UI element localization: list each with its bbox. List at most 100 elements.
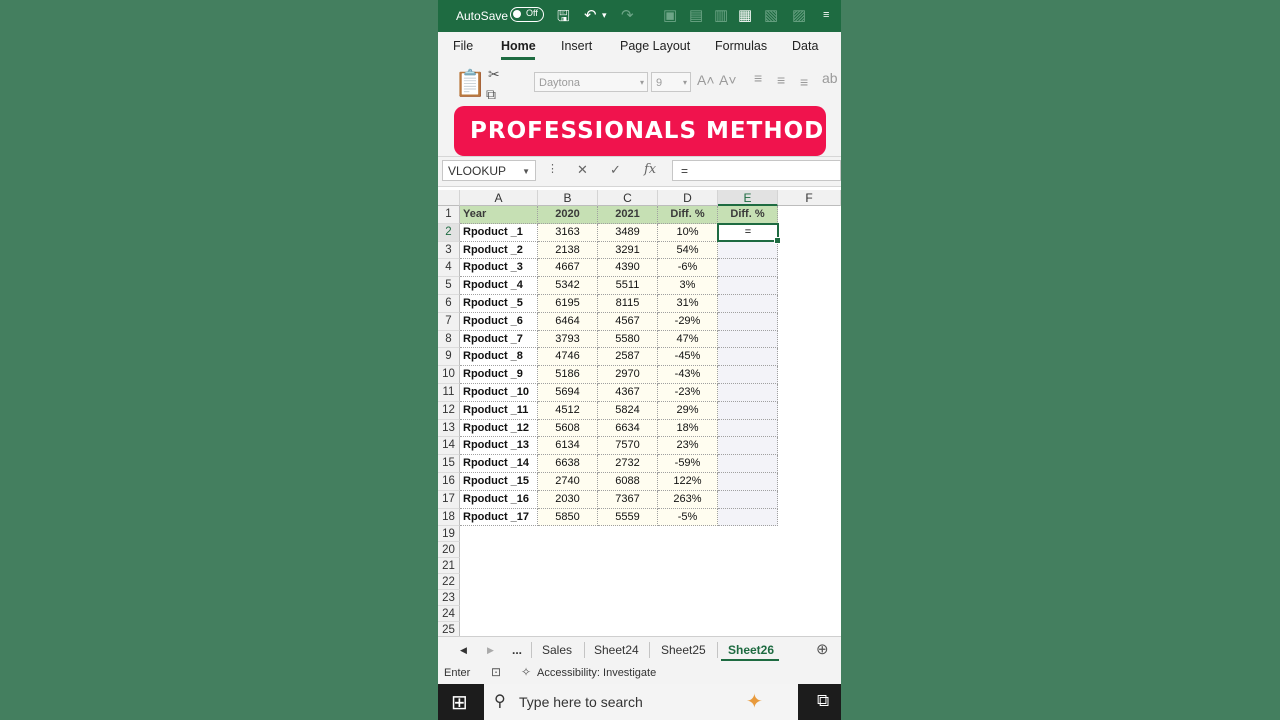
- cancel-icon[interactable]: ✕: [577, 162, 588, 178]
- name-box-dropdown-icon[interactable]: ▼: [522, 161, 530, 182]
- empty-diff-cell[interactable]: [718, 419, 778, 438]
- value-cell[interactable]: 31%: [658, 295, 718, 313]
- search-highlight-icon[interactable]: ✦: [746, 689, 763, 714]
- align-bottom-icon[interactable]: ≡: [800, 74, 808, 90]
- product-name-cell[interactable]: Rpoduct _10: [460, 384, 538, 402]
- accessibility-status[interactable]: Accessibility: Investigate: [537, 667, 656, 679]
- row-header[interactable]: 25: [438, 622, 460, 636]
- copy-icon[interactable]: ⧉: [486, 86, 496, 103]
- value-cell[interactable]: 4667: [538, 259, 598, 278]
- value-cell[interactable]: 10%: [658, 223, 718, 242]
- font-size-box[interactable]: 9 ▾: [651, 72, 691, 92]
- scroll-left-icon[interactable]: ◀: [460, 645, 467, 656]
- empty-diff-cell[interactable]: [718, 455, 778, 473]
- accessibility-icon[interactable]: ✧: [521, 665, 531, 679]
- empty-diff-cell[interactable]: [718, 366, 778, 384]
- add-sheet-icon[interactable]: ⊕: [816, 640, 829, 658]
- value-cell[interactable]: 23%: [658, 437, 718, 456]
- value-cell[interactable]: -59%: [658, 455, 718, 473]
- table-header-cell[interactable]: Diff. %: [658, 206, 718, 224]
- product-name-cell[interactable]: Rpoduct _17: [460, 508, 538, 527]
- scroll-right-icon[interactable]: ▶: [487, 645, 494, 656]
- save-icon[interactable]: 🖫: [557, 6, 570, 31]
- value-cell[interactable]: 3163: [538, 223, 598, 242]
- value-cell[interactable]: 4512: [538, 401, 598, 420]
- row-header[interactable]: 11: [438, 384, 460, 402]
- row-header[interactable]: 23: [438, 590, 460, 607]
- product-name-cell[interactable]: Rpoduct _2: [460, 241, 538, 260]
- row-header[interactable]: 15: [438, 455, 460, 473]
- empty-diff-cell[interactable]: [718, 241, 778, 260]
- column-header-f[interactable]: F: [778, 190, 841, 206]
- row-header[interactable]: 2: [438, 223, 460, 242]
- value-cell[interactable]: 6195: [538, 295, 598, 313]
- empty-diff-cell[interactable]: [718, 259, 778, 278]
- product-name-cell[interactable]: Rpoduct _15: [460, 473, 538, 491]
- empty-diff-cell[interactable]: [718, 437, 778, 456]
- empty-diff-cell[interactable]: [718, 490, 778, 509]
- value-cell[interactable]: 47%: [658, 330, 718, 349]
- value-cell[interactable]: 2587: [598, 348, 658, 367]
- taskbar-search[interactable]: ⚲ Type here to search ✦: [484, 684, 798, 720]
- product-name-cell[interactable]: Rpoduct _9: [460, 366, 538, 384]
- product-name-cell[interactable]: Rpoduct _4: [460, 277, 538, 295]
- value-cell[interactable]: 6134: [538, 437, 598, 456]
- row-header[interactable]: 18: [438, 508, 460, 527]
- row-header[interactable]: 22: [438, 574, 460, 591]
- decrease-font-icon[interactable]: A˅: [719, 72, 737, 88]
- value-cell[interactable]: 18%: [658, 419, 718, 438]
- value-cell[interactable]: -23%: [658, 384, 718, 402]
- product-name-cell[interactable]: Rpoduct _16: [460, 490, 538, 509]
- value-cell[interactable]: 4746: [538, 348, 598, 367]
- value-cell[interactable]: 5511: [598, 277, 658, 295]
- value-cell[interactable]: -29%: [658, 312, 718, 331]
- align-top-icon[interactable]: ≡: [754, 70, 762, 86]
- tab-insert[interactable]: Insert: [561, 39, 592, 53]
- product-name-cell[interactable]: Rpoduct _12: [460, 419, 538, 438]
- value-cell[interactable]: 6088: [598, 473, 658, 491]
- cut-icon[interactable]: ✂: [488, 66, 500, 83]
- row-header[interactable]: 6: [438, 295, 460, 313]
- value-cell[interactable]: 29%: [658, 401, 718, 420]
- row-header[interactable]: 13: [438, 419, 460, 438]
- row-header[interactable]: 17: [438, 490, 460, 509]
- sheet-tab-sheet25[interactable]: Sheet25: [661, 643, 706, 657]
- row-header[interactable]: 8: [438, 330, 460, 349]
- value-cell[interactable]: 4390: [598, 259, 658, 278]
- font-name-box[interactable]: Daytona ▾: [534, 72, 648, 92]
- table-header-cell[interactable]: Diff. %: [718, 206, 778, 224]
- row-header[interactable]: 7: [438, 312, 460, 331]
- insert-function-icon[interactable]: fx: [644, 162, 656, 177]
- value-cell[interactable]: 7367: [598, 490, 658, 509]
- task-view-icon[interactable]: ⧉: [817, 691, 829, 711]
- value-cell[interactable]: 5608: [538, 419, 598, 438]
- value-cell[interactable]: -43%: [658, 366, 718, 384]
- row-header[interactable]: 4: [438, 259, 460, 278]
- value-cell[interactable]: 3793: [538, 330, 598, 349]
- product-name-cell[interactable]: Rpoduct _11: [460, 401, 538, 420]
- increase-font-icon[interactable]: A˄: [697, 72, 715, 88]
- tab-home[interactable]: Home: [501, 39, 536, 53]
- column-header-b[interactable]: B: [538, 190, 598, 206]
- row-header[interactable]: 5: [438, 277, 460, 295]
- empty-diff-cell[interactable]: [718, 312, 778, 331]
- value-cell[interactable]: 2970: [598, 366, 658, 384]
- row-header[interactable]: 9: [438, 348, 460, 367]
- value-cell[interactable]: 5850: [538, 508, 598, 527]
- value-cell[interactable]: 4567: [598, 312, 658, 331]
- product-name-cell[interactable]: Rpoduct _1: [460, 223, 538, 242]
- row-header[interactable]: 20: [438, 542, 460, 559]
- value-cell[interactable]: 2138: [538, 241, 598, 260]
- value-cell[interactable]: 6464: [538, 312, 598, 331]
- value-cell[interactable]: 5824: [598, 401, 658, 420]
- customize-toolbar-icon[interactable]: ≡: [823, 9, 829, 21]
- row-header[interactable]: 16: [438, 473, 460, 491]
- undo-dropdown-icon[interactable]: ▾: [602, 10, 607, 21]
- column-header-d[interactable]: D: [658, 190, 718, 206]
- name-box[interactable]: VLOOKUP ▼: [442, 160, 536, 181]
- autosave-toggle[interactable]: Off: [510, 7, 544, 22]
- enter-icon[interactable]: ✓: [610, 162, 621, 178]
- value-cell[interactable]: 2732: [598, 455, 658, 473]
- value-cell[interactable]: 6638: [538, 455, 598, 473]
- table-header-cell[interactable]: 2021: [598, 206, 658, 224]
